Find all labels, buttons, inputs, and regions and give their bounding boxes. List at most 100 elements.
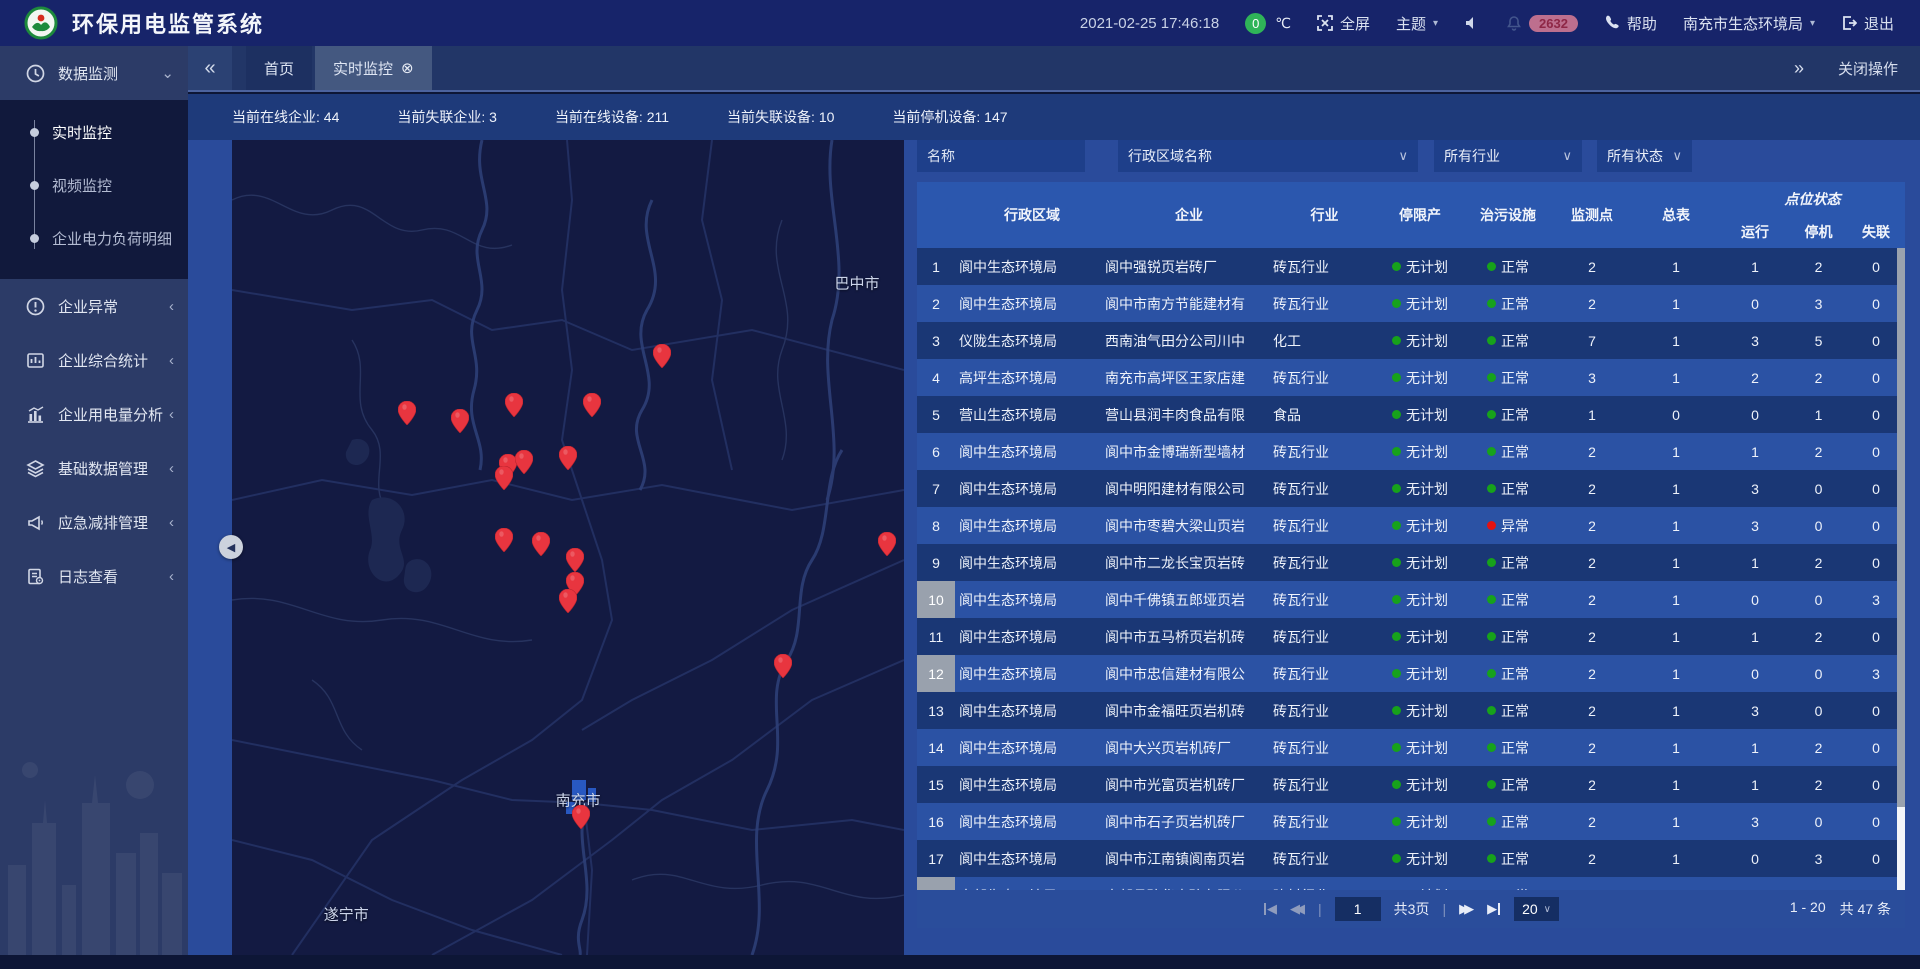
status-filter-select[interactable]: 所有状态 ∨ — [1597, 140, 1692, 172]
scrollbar-thumb[interactable] — [1897, 248, 1905, 807]
first-page-button[interactable]: ◀ — [1263, 901, 1277, 917]
close-operations-button[interactable]: 关闭操作 — [1838, 58, 1898, 79]
map-pin-icon[interactable] — [583, 393, 601, 417]
table-row[interactable]: 16阆中生态环境局阆中市石子页岩机砖厂砖瓦行业无计划正常21300 — [917, 803, 1905, 840]
cell-company: 阆中市南方节能建材有 — [1105, 294, 1273, 314]
row-index: 3 — [917, 322, 955, 359]
row-index: 5 — [917, 396, 955, 433]
map-pin-icon[interactable] — [559, 446, 577, 470]
table-row[interactable]: 9阆中生态环境局阆中市二龙长宝页岩砖砖瓦行业无计划正常21120 — [917, 544, 1905, 581]
table-row[interactable]: 5营山生态环境局营山县润丰肉食品有限食品无计划正常10010 — [917, 396, 1905, 433]
sidebar-group-4[interactable]: 企业用电量分析‹ — [0, 387, 188, 441]
map-pin-icon[interactable] — [566, 548, 584, 572]
org-menu[interactable]: 南充市生态环境局 ▾ — [1683, 13, 1815, 34]
sidebar-item-视频监控[interactable]: 视频监控 — [0, 159, 188, 212]
table-row[interactable]: 3仪陇生态环境局西南油气田分公司川中化工无计划正常71350 — [917, 322, 1905, 359]
map-pin-icon[interactable] — [878, 532, 896, 556]
tabs-scroll-right-button[interactable]: » — [1794, 58, 1804, 79]
map-pin-icon[interactable] — [495, 528, 513, 552]
status-dot-icon — [1487, 262, 1496, 271]
map-pin-icon[interactable] — [495, 466, 513, 490]
cell-facility-status: 正常 — [1464, 405, 1552, 425]
map-pin-icon[interactable] — [572, 805, 590, 829]
cell-run: 3 — [1720, 333, 1790, 349]
table-row[interactable]: 14阆中生态环境局阆中大兴页岩机砖厂砖瓦行业无计划正常21120 — [917, 729, 1905, 766]
cell-industry: 砖瓦行业 — [1273, 553, 1376, 573]
chevron-left-icon: ‹ — [169, 514, 174, 531]
table-row[interactable]: 7阆中生态环境局阆中明阳建材有限公司砖瓦行业无计划正常21300 — [917, 470, 1905, 507]
cell-run: 1 — [1720, 629, 1790, 645]
map-pin-icon[interactable] — [559, 589, 577, 613]
table-row[interactable]: 15阆中生态环境局阆中市光富页岩机砖厂砖瓦行业无计划正常21120 — [917, 766, 1905, 803]
sidebar-group-7[interactable]: 日志查看‹ — [0, 549, 188, 603]
cell-halt: 2 — [1790, 370, 1847, 386]
tabs-scroll-left-button[interactable]: « — [188, 46, 232, 90]
map-pin-icon[interactable] — [774, 654, 792, 678]
facility-status-label: 异常 — [1501, 516, 1529, 536]
cell-facility-status: 正常 — [1464, 738, 1552, 758]
cell-company: 阆中市光富页岩机砖厂 — [1105, 775, 1273, 795]
cell-points: 7 — [1552, 333, 1632, 349]
map-pin-icon[interactable] — [505, 393, 523, 417]
help-button[interactable]: 帮助 — [1604, 13, 1657, 34]
col-header-stop: 停限产 — [1376, 182, 1464, 248]
row-index: 2 — [917, 285, 955, 322]
sidebar-group-6[interactable]: 应急减排管理‹ — [0, 495, 188, 549]
stop-status-label: 无计划 — [1406, 405, 1448, 425]
row-index: 12 — [917, 655, 955, 692]
table-scrollbar[interactable] — [1897, 248, 1905, 890]
facility-status-label: 正常 — [1501, 442, 1529, 462]
map-pin-icon[interactable] — [532, 532, 550, 556]
table-row[interactable]: 13阆中生态环境局阆中市金福旺页岩机砖砖瓦行业无计划正常21300 — [917, 692, 1905, 729]
map-collapse-button[interactable]: ◀ — [219, 535, 243, 559]
notifications[interactable]: 2632 — [1506, 15, 1578, 32]
sidebar-group-1[interactable]: 数据监测⌄ — [0, 46, 188, 100]
tab-实时监控[interactable]: 实时监控⊗ — [315, 46, 432, 90]
table-row[interactable]: 12阆中生态环境局阆中市忠信建材有限公砖瓦行业无计划正常21003 — [917, 655, 1905, 692]
map-pin-icon[interactable] — [398, 401, 416, 425]
cell-facility-status: 正常 — [1464, 331, 1552, 351]
cell-stop-status: 无计划 — [1376, 627, 1464, 647]
sidebar-item-企业电力负荷明细[interactable]: 企业电力负荷明细 — [0, 212, 188, 265]
table-row[interactable]: 1阆中生态环境局阆中强锐页岩砖厂砖瓦行业无计划正常21120 — [917, 248, 1905, 285]
cell-halt: 0 — [1790, 666, 1847, 682]
cell-points: 2 — [1552, 481, 1632, 497]
page-size-select[interactable]: 20 ∨ — [1514, 897, 1559, 921]
cell-stop-status: 无计划 — [1376, 812, 1464, 832]
fullscreen-button[interactable]: 全屏 — [1317, 13, 1370, 34]
sidebar-group-3[interactable]: 企业综合统计‹ — [0, 333, 188, 387]
table-row[interactable]: 8阆中生态环境局阆中市枣碧大梁山页岩砖瓦行业无计划异常21300 — [917, 507, 1905, 544]
cell-run: 1 — [1720, 555, 1790, 571]
table-row[interactable]: 2阆中生态环境局阆中市南方节能建材有砖瓦行业无计划正常21030 — [917, 285, 1905, 322]
name-filter-input-box[interactable] — [917, 140, 1085, 172]
tab-首页[interactable]: 首页 — [246, 46, 312, 90]
tab-close-icon[interactable]: ⊗ — [401, 59, 414, 77]
name-filter-input[interactable] — [927, 148, 1075, 164]
industry-filter-select[interactable]: 所有行业 ∨ — [1434, 140, 1582, 172]
last-page-button[interactable]: ▶ — [1487, 901, 1501, 917]
sidebar-group-2[interactable]: 企业异常‹ — [0, 279, 188, 333]
table-row[interactable]: 10阆中生态环境局阆中千佛镇五郎垭页岩砖瓦行业无计划正常21003 — [917, 581, 1905, 618]
alert-count-badge: 2632 — [1529, 15, 1578, 32]
logout-button[interactable]: 退出 — [1841, 13, 1894, 34]
map-pin-icon[interactable] — [653, 344, 671, 368]
status-dot-icon — [1392, 373, 1401, 382]
cell-region: 阆中生态环境局 — [955, 257, 1105, 277]
map-pin-icon[interactable] — [451, 409, 469, 433]
region-filter-select[interactable]: 行政区域名称 ∨ — [1118, 140, 1418, 172]
sidebar-item-实时监控[interactable]: 实时监控 — [0, 106, 188, 159]
table-row[interactable]: 17阆中生态环境局阆中市江南镇阆南页岩砖瓦行业无计划正常21030 — [917, 840, 1905, 877]
map-pin-icon[interactable] — [515, 450, 533, 474]
cell-industry: 砖瓦行业 — [1273, 849, 1376, 869]
sound-toggle[interactable] — [1464, 15, 1480, 31]
page-number-input[interactable] — [1335, 897, 1381, 921]
sidebar-group-5[interactable]: 基础数据管理‹ — [0, 441, 188, 495]
table-row[interactable]: 4高坪生态环境局南充市高坪区王家店建砖瓦行业无计划正常31220 — [917, 359, 1905, 396]
cell-industry: 砖瓦行业 — [1273, 257, 1376, 277]
prev-page-button[interactable]: ◀◀ — [1290, 901, 1305, 917]
theme-menu[interactable]: 主题 ▾ — [1396, 13, 1438, 34]
next-page-button[interactable]: ▶▶ — [1459, 901, 1474, 917]
table-row[interactable]: 18南部生态环境局南部县砖华士砖有限公建材行业无计划正常60060 — [917, 877, 1905, 890]
table-row[interactable]: 6阆中生态环境局阆中市金博瑞新型墙材砖瓦行业无计划正常21120 — [917, 433, 1905, 470]
table-row[interactable]: 11阆中生态环境局阆中市五马桥页岩机砖砖瓦行业无计划正常21120 — [917, 618, 1905, 655]
